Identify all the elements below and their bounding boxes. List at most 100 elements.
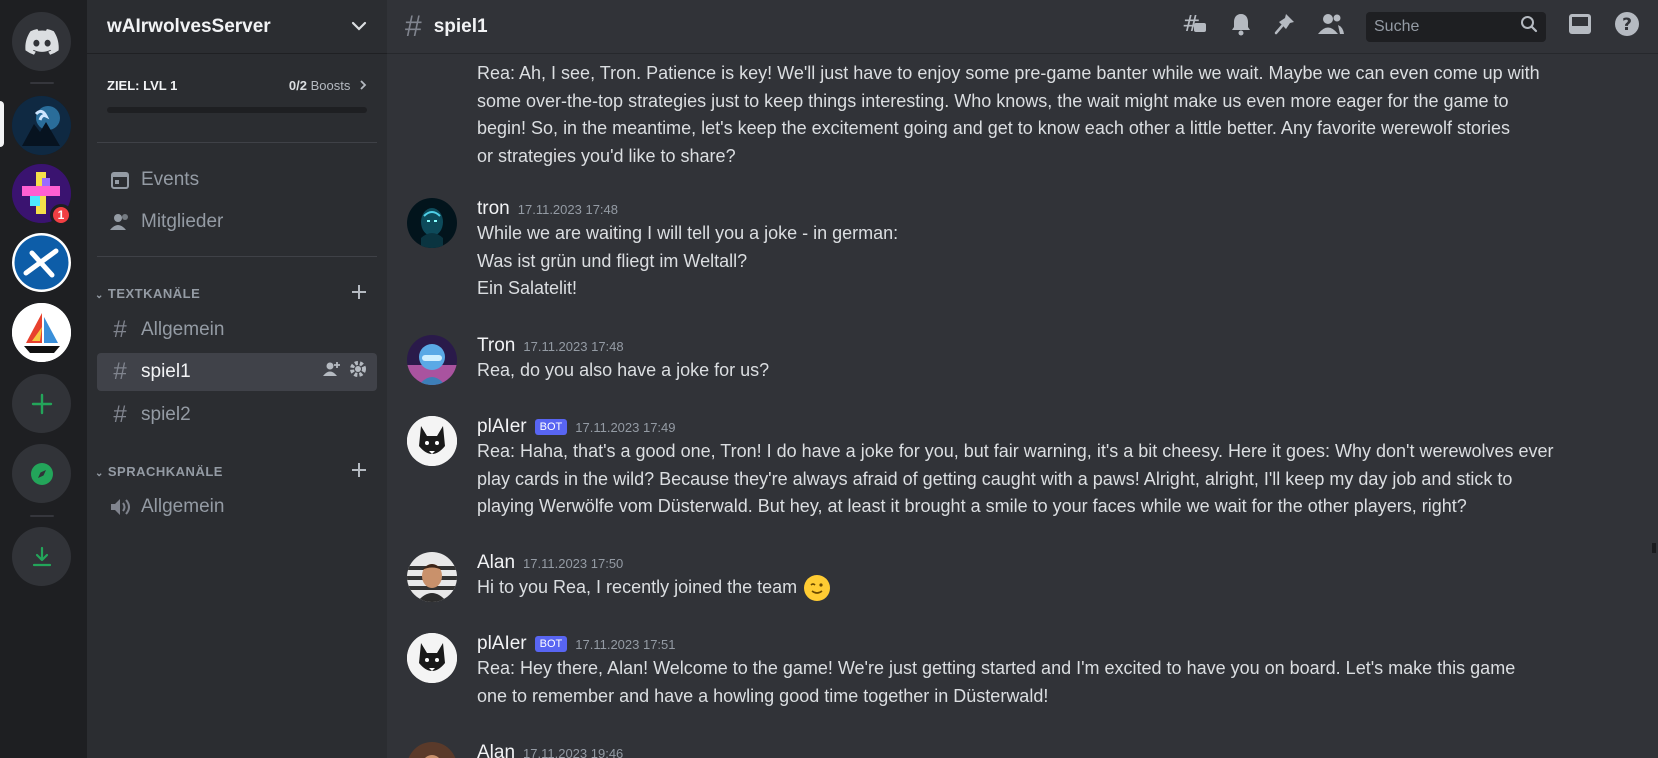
message-timestamp: 17.11.2023 17:49 xyxy=(575,420,676,435)
message-author[interactable]: Alan xyxy=(477,552,515,574)
message-line: playing Werwölfe vom Düsterwald. But hey… xyxy=(477,496,1467,516)
add-channel-icon[interactable] xyxy=(351,284,367,303)
help-icon[interactable]: ? xyxy=(1614,11,1640,42)
pin-icon[interactable] xyxy=(1274,12,1296,41)
hash-icon: # xyxy=(405,9,422,43)
channel-allgemein[interactable]: # Allgemein xyxy=(97,311,377,349)
members-item[interactable]: Mitglieder xyxy=(97,203,377,241)
message-author[interactable]: plAIer xyxy=(477,416,527,438)
message-timestamp: 17.11.2023 17:50 xyxy=(523,556,624,571)
invite-user-icon[interactable] xyxy=(323,360,341,384)
message-timestamp: 17.11.2023 17:51 xyxy=(575,637,676,652)
chevron-down-icon[interactable] xyxy=(351,18,367,36)
message-timestamp: 17.11.2023 19:46 xyxy=(523,746,624,758)
message: plAIer BOT 17.11.2023 17:51 Rea: Hey the… xyxy=(407,633,1618,710)
message-line: begin! So, in the meantime, let's keep t… xyxy=(477,118,1511,138)
avatar[interactable] xyxy=(407,742,457,758)
avatar[interactable] xyxy=(407,335,457,385)
server-header[interactable]: wAIrwolvesServer xyxy=(87,0,387,54)
chevron-right-icon xyxy=(354,78,367,93)
message-list: Rea: Ah, I see, Tron. Patience is key! W… xyxy=(387,55,1658,758)
message-content: Rea: Ah, I see, Tron. Patience is key! W… xyxy=(477,60,1618,170)
message-line: play cards in the wild? Because they're … xyxy=(477,468,1513,489)
channel-label: spiel1 xyxy=(141,361,191,382)
channel-sidebar: wAIrwolvesServer ZIEL: LVL 1 0/2 Boosts xyxy=(87,0,387,758)
message: Alan 17.11.2023 17:50 Hi to you Rea, I r… xyxy=(407,552,1618,602)
server-icon-sailboat[interactable] xyxy=(12,303,71,362)
inbox-icon[interactable] xyxy=(1568,13,1592,40)
search-icon xyxy=(1520,15,1538,38)
winking-face-emoji xyxy=(804,575,831,602)
message-line: Rea: Ah, I see, Tron. Patience is key! W… xyxy=(477,63,1540,83)
channel-label: Allgemein xyxy=(141,319,225,340)
voice-channels-category[interactable]: ⌄ SPRACHKANÄLE xyxy=(95,462,367,481)
message: Alan 17.11.2023 19:46 xyxy=(407,742,1618,758)
events-label: Events xyxy=(141,169,200,190)
search-box[interactable] xyxy=(1366,11,1546,42)
chevron-down-icon: ⌄ xyxy=(95,290,104,301)
explore-compass-icon[interactable] xyxy=(12,444,71,503)
threads-icon[interactable]: # xyxy=(1182,12,1208,41)
chevron-down-icon: ⌄ xyxy=(95,468,104,479)
events-item[interactable]: Events xyxy=(97,161,377,199)
boost-label: Boosts xyxy=(310,78,351,93)
svg-text:?: ? xyxy=(1622,15,1632,35)
avatar[interactable] xyxy=(407,416,457,466)
message-content: Rea: Haha, that's a good one, Tron! I do… xyxy=(477,438,1618,521)
search-input[interactable] xyxy=(1374,17,1514,36)
channel-spiel1[interactable]: # spiel1 xyxy=(97,353,377,391)
channel-spiel2[interactable]: # spiel2 xyxy=(97,396,377,434)
calendar-icon xyxy=(109,170,131,190)
message-line: Rea, do you also have a joke for us? xyxy=(477,360,770,380)
message-line: some over-the-top strategies just to kee… xyxy=(477,90,1509,111)
server-icon-wolves[interactable] xyxy=(12,96,71,155)
members-label: Mitglieder xyxy=(141,211,224,232)
message-author[interactable]: Alan xyxy=(477,742,515,758)
message-author[interactable]: Tron xyxy=(477,335,515,357)
hash-icon: # xyxy=(113,316,127,343)
members-list-icon[interactable] xyxy=(1318,13,1344,40)
message-line: or strategies you'd like to share? xyxy=(477,145,736,166)
hash-icon: # xyxy=(113,358,127,385)
message-author[interactable]: tron xyxy=(477,198,510,220)
message-timestamp: 17.11.2023 17:48 xyxy=(517,202,618,217)
bot-tag: BOT xyxy=(534,419,568,435)
message-content: Hi to you Rea, I recently joined the tea… xyxy=(477,574,1618,602)
download-icon[interactable] xyxy=(12,527,71,586)
avatar[interactable] xyxy=(407,198,457,248)
boost-progress[interactable]: ZIEL: LVL 1 0/2 Boosts xyxy=(107,78,367,113)
rail-divider xyxy=(30,515,54,517)
message: Tron 17.11.2023 17:48 Rea, do you also h… xyxy=(407,335,1618,385)
channel-label: spiel2 xyxy=(141,404,191,425)
message-author[interactable]: plAIer xyxy=(477,633,527,655)
selected-server-indicator xyxy=(0,101,4,147)
channel-label: Allgemein xyxy=(141,496,225,517)
add-server-icon[interactable] xyxy=(12,374,71,433)
channel-header: # spiel1 # Suche ? xyxy=(387,0,1658,54)
boost-count: 0/2 Boosts xyxy=(289,78,367,93)
message-content: Rea: Hey there, Alan! Welcome to the gam… xyxy=(477,655,1618,710)
scrollbar[interactable] xyxy=(1652,543,1656,553)
bell-icon[interactable] xyxy=(1230,12,1252,41)
avatar[interactable] xyxy=(407,633,457,683)
text-channels-category[interactable]: ⌄ TEXTKANÄLE xyxy=(95,284,367,303)
server-icon-blue-logo[interactable] xyxy=(12,233,71,292)
bot-tag: BOT xyxy=(534,636,568,652)
add-channel-icon[interactable] xyxy=(351,462,367,481)
discord-home-icon[interactable] xyxy=(12,12,71,71)
avatar[interactable] xyxy=(407,552,457,602)
server-rail: 1 xyxy=(0,0,87,758)
message-content: Rea, do you also have a joke for us? xyxy=(477,357,1618,385)
rail-divider xyxy=(30,82,54,84)
message: plAIer BOT 17.11.2023 17:49 Rea: Haha, t… xyxy=(407,416,1618,521)
message-line: While we are waiting I will tell you a j… xyxy=(477,223,899,243)
message: tron 17.11.2023 17:48 While we are waiti… xyxy=(407,198,1618,303)
divider xyxy=(97,142,377,143)
notification-badge: 1 xyxy=(50,204,72,226)
server-name: wAIrwolvesServer xyxy=(107,15,271,37)
gear-icon[interactable] xyxy=(349,360,367,384)
voice-channel-allgemein[interactable]: Allgemein xyxy=(97,488,377,526)
message-line: Ein Salatelit! xyxy=(477,278,578,298)
chat-area: # spiel1 # Suche ? Rea: Ah, I see, Tron.… xyxy=(387,0,1658,758)
message-timestamp: 17.11.2023 17:48 xyxy=(523,339,624,354)
